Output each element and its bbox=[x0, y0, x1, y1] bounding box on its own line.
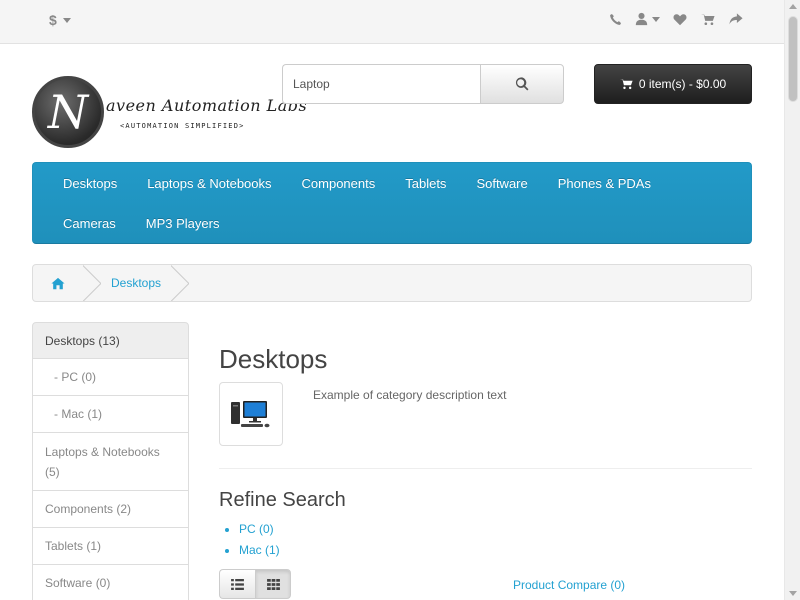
share-icon[interactable] bbox=[728, 11, 744, 27]
refine-link-mac[interactable]: Mac (1) bbox=[239, 543, 280, 557]
page-title: Desktops bbox=[219, 344, 328, 374]
view-controls: Product Compare (0) bbox=[219, 569, 752, 599]
cart-total: 0 item(s) - $0.00 bbox=[638, 77, 727, 91]
top-bar: $ bbox=[0, 0, 784, 44]
currency-dropdown[interactable]: $ bbox=[49, 12, 71, 28]
cart-icon[interactable] bbox=[700, 11, 716, 27]
sidebar-item-tablets[interactable]: Tablets (1) bbox=[32, 528, 189, 565]
logo-tagline: <AUTOMATION SIMPLIFIED> bbox=[120, 122, 245, 130]
category-description: Example of category description text bbox=[313, 388, 507, 402]
category-info: Example of category description text bbox=[219, 382, 752, 460]
refine-list: PC (0) Mac (1) bbox=[239, 519, 752, 561]
heart-icon[interactable] bbox=[672, 11, 688, 27]
refine-search-title: Refine Search bbox=[219, 489, 346, 511]
menu-item-tablets[interactable]: Tablets bbox=[390, 163, 461, 203]
menu-item-laptops-notebooks[interactable]: Laptops & Notebooks bbox=[132, 163, 286, 203]
cart-button[interactable]: 0 item(s) - $0.00 bbox=[594, 64, 752, 104]
desktop-computer-icon bbox=[231, 401, 270, 428]
category-sidebar: Desktops (13) - PC (0) - Mac (1) Laptops… bbox=[32, 322, 189, 600]
sidebar-item-desktops[interactable]: Desktops (13) bbox=[32, 322, 189, 359]
home-icon bbox=[51, 277, 65, 289]
logo-name: aveen Automation Labs bbox=[106, 96, 308, 115]
menu-item-components[interactable]: Components bbox=[287, 163, 391, 203]
menu-item-phones-pdas[interactable]: Phones & PDAs bbox=[543, 163, 666, 203]
divider bbox=[219, 468, 752, 469]
refine-item-pc: PC (0) bbox=[239, 519, 752, 540]
search-icon bbox=[515, 77, 529, 91]
sidebar-item-software[interactable]: Software (0) bbox=[32, 565, 189, 600]
grid-view-icon bbox=[266, 578, 280, 590]
caret-down-icon bbox=[652, 16, 660, 22]
search-box bbox=[282, 64, 564, 104]
grid-view-button[interactable] bbox=[255, 569, 291, 599]
breadcrumb-separator bbox=[83, 265, 101, 301]
phone-icon[interactable] bbox=[607, 11, 623, 27]
cart-icon bbox=[619, 79, 633, 90]
logo-emblem: N bbox=[32, 76, 104, 148]
breadcrumb: Desktops bbox=[32, 264, 752, 302]
refine-link-pc[interactable]: PC (0) bbox=[239, 522, 274, 536]
sidebar-item-pc[interactable]: - PC (0) bbox=[32, 359, 189, 396]
search-button[interactable] bbox=[480, 64, 564, 104]
page-scrollbar[interactable] bbox=[784, 0, 800, 600]
caret-down-icon bbox=[62, 17, 71, 23]
scroll-down-icon[interactable] bbox=[789, 591, 797, 596]
view-toggle-group bbox=[219, 569, 752, 599]
scroll-up-icon[interactable] bbox=[789, 4, 797, 9]
search-input[interactable] bbox=[282, 64, 480, 104]
category-thumbnail[interactable] bbox=[219, 382, 283, 446]
user-icon bbox=[635, 12, 648, 26]
logo-letter: N bbox=[47, 85, 89, 139]
main-content: Desktops Example of category description… bbox=[219, 336, 752, 599]
menu-item-software[interactable]: Software bbox=[461, 163, 542, 203]
breadcrumb-item-desktops[interactable]: Desktops bbox=[101, 276, 171, 290]
main-menu: Desktops Laptops & Notebooks Components … bbox=[32, 162, 752, 244]
refine-item-mac: Mac (1) bbox=[239, 540, 752, 561]
top-links bbox=[607, 11, 744, 27]
scrollbar-thumb[interactable] bbox=[788, 16, 798, 102]
sidebar-item-components[interactable]: Components (2) bbox=[32, 491, 189, 528]
account-dropdown[interactable] bbox=[635, 11, 660, 27]
product-compare-link[interactable]: Product Compare (0) bbox=[513, 578, 625, 592]
list-view-button[interactable] bbox=[219, 569, 255, 599]
currency-symbol: $ bbox=[49, 12, 57, 28]
list-view-icon bbox=[231, 578, 244, 590]
site-logo[interactable]: N aveen Automation Labs <AUTOMATION SIMP… bbox=[32, 74, 307, 150]
breadcrumb-home[interactable] bbox=[33, 265, 83, 301]
breadcrumb-separator bbox=[171, 265, 189, 301]
menu-item-mp3-players[interactable]: MP3 Players bbox=[131, 203, 235, 243]
menu-item-cameras[interactable]: Cameras bbox=[48, 203, 131, 243]
sidebar-item-laptops-notebooks[interactable]: Laptops & Notebooks (5) bbox=[32, 433, 189, 491]
menu-item-desktops[interactable]: Desktops bbox=[48, 163, 132, 203]
sidebar-item-mac[interactable]: - Mac (1) bbox=[32, 396, 189, 433]
